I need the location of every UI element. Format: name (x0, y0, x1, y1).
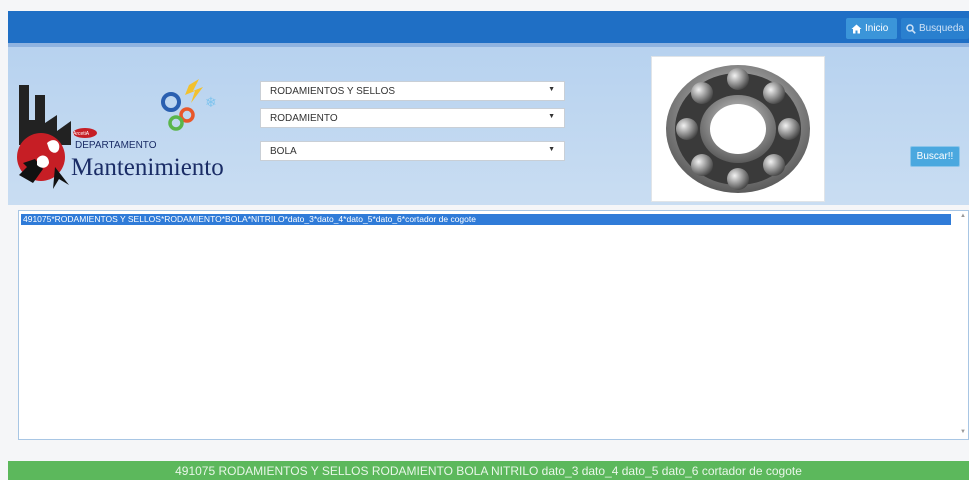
nav-busqueda-label: Busqueda (918, 23, 964, 34)
home-icon (851, 24, 862, 33)
department-logo: ❄ ArcetiA DEPARTAMENTO Mantenimiento (13, 75, 243, 195)
search-button[interactable]: Buscar!! (910, 146, 960, 167)
chevron-down-icon: ▼ (548, 146, 555, 153)
selected-result-footer: 491075 RODAMIENTOS Y SELLOS RODAMIENTO B… (8, 461, 969, 480)
list-item[interactable]: 491075*RODAMIENTOS Y SELLOS*RODAMIENTO*B… (21, 214, 951, 225)
subcategory-select-value: RODAMIENTO (270, 112, 338, 124)
ball-bearing-icon (666, 65, 810, 193)
logo-line1: DEPARTAMENTO (75, 140, 157, 151)
scroll-up-icon[interactable]: ▲ (960, 213, 966, 219)
type-select[interactable]: BOLA ▼ (260, 141, 565, 161)
results-listbox[interactable]: 491075*RODAMIENTOS Y SELLOS*RODAMIENTO*B… (18, 210, 969, 440)
type-select-value: BOLA (270, 145, 297, 157)
search-icon (906, 23, 916, 34)
logo-line2: Mantenimiento (71, 154, 224, 181)
nav-inicio-label: Inicio (865, 23, 889, 34)
logo-badge-text: ArcetiA (73, 131, 90, 137)
nav-busqueda-button[interactable]: Busqueda (901, 18, 969, 39)
chevron-down-icon: ▼ (548, 113, 555, 120)
nav-inicio-button[interactable]: Inicio (846, 18, 897, 39)
part-image (651, 56, 825, 202)
category-select[interactable]: RODAMIENTOS Y SELLOS ▼ (260, 81, 565, 101)
subcategory-select[interactable]: RODAMIENTO ▼ (260, 108, 565, 128)
chevron-down-icon: ▼ (548, 86, 555, 93)
scroll-down-icon[interactable]: ▼ (960, 429, 966, 435)
top-navbar (8, 11, 969, 43)
svg-text:❄: ❄ (205, 95, 217, 111)
category-select-value: RODAMIENTOS Y SELLOS (270, 85, 396, 97)
